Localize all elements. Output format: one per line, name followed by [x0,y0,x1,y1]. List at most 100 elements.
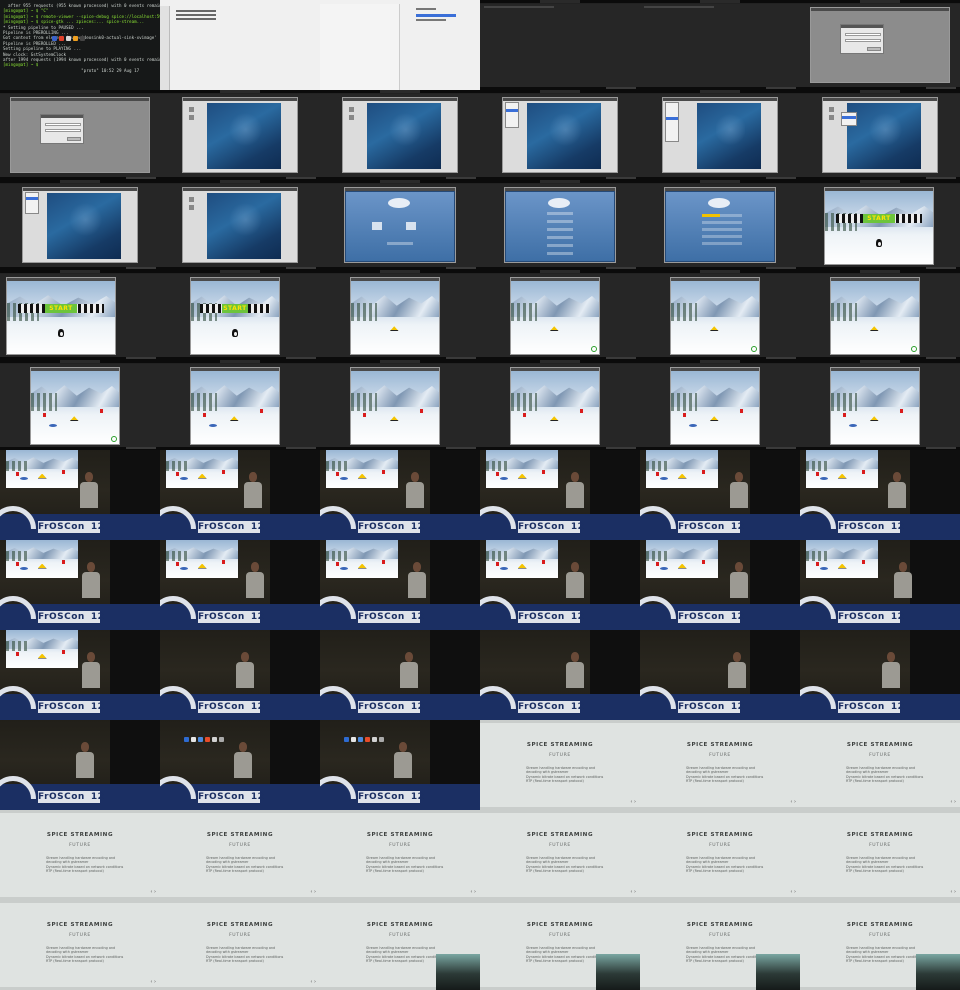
window-title [860,90,900,93]
blackboard [110,450,160,520]
slide-bullet: RTP (Real-time transport protocol) [846,869,904,874]
frame-thumbnail: FrOSCon 12 [800,540,960,630]
settings-item [416,19,446,21]
ski-scene [831,371,919,444]
window-title [700,0,740,3]
slide-subtitle: FUTURE [709,753,731,758]
frame-thumbnail [0,360,160,450]
slide-title: SPICE STREAMING [686,742,754,748]
slide-toolbar [0,810,160,813]
tree-line [511,302,538,322]
podium: FrOSCon 12 [0,506,160,540]
window-title [860,0,900,3]
presenter-body [394,752,412,778]
window-title [60,90,100,93]
settings-left-pane [320,4,400,90]
window-title [860,270,900,273]
frame-thumbnail [800,360,960,450]
podium: FrOSCon 12 [480,506,640,540]
tree-line [511,392,538,412]
slide-toolbar [0,900,160,903]
status-text [446,267,476,269]
tree-line [6,641,28,651]
fish-herring [180,567,189,571]
presentation-slide: SPICE STREAMING FUTURE Stream handling har… [640,900,800,990]
course-flag [702,469,706,474]
window-title [60,360,100,363]
frame-thumbnail: FrOSCon 12 [160,720,320,810]
ski-scene [486,450,558,488]
speed-gauge [751,346,757,352]
status-text [926,87,956,89]
fish-herring [180,477,189,481]
course-flag [702,559,706,564]
window-title [220,90,260,93]
application-menu [25,192,39,214]
fish-herring [688,423,697,427]
status-text [766,87,796,89]
blackboard [590,540,640,610]
frame-thumbnail [160,180,320,270]
projection-screen [166,540,238,578]
vm-window [344,187,456,263]
slope-arrow-sign [549,326,559,332]
status-text [926,267,956,269]
vm-window: START [190,277,280,355]
slide-subtitle: FUTURE [709,933,731,938]
slide-bullet: RTP (Real-time transport protocol) [686,779,744,784]
menu-option [547,220,573,223]
conference-number: 12 [250,612,265,622]
presenter-body [882,662,900,688]
conference-logo: FrOSCon 12 [38,701,104,713]
status-text [766,267,796,269]
slide-title: SPICE STREAMING [526,922,594,928]
frame-thumbnail [480,360,640,450]
frame-thumbnail: SPICE STREAMING FUTURE Stream handling har… [320,810,480,900]
course-flag [382,559,386,564]
status-text [926,447,956,449]
frame-thumbnail [480,270,640,360]
slide-title: SPICE STREAMING [686,832,754,838]
frame-thumbnail [320,90,480,180]
vm-window [830,277,920,355]
presenter-head [893,472,901,482]
conference-name: FrOSCon [198,612,245,622]
conference-logo: FrOSCon 12 [38,521,104,533]
projection-screen [6,540,78,578]
slide-subtitle: FUTURE [229,843,251,848]
file-entry [176,18,216,20]
course-flag [523,413,527,418]
conference-name: FrOSCon [198,792,245,802]
desktop-icon [829,107,834,112]
vm-window [502,97,618,173]
presenter [398,652,420,698]
slide-nav: ‹ › [790,889,796,895]
slide-toolbar [640,720,800,723]
vm-window [504,187,616,263]
presenter [234,652,256,698]
status-text [126,357,156,359]
conference-number: 12 [570,612,585,622]
slope-arrow-sign [709,416,719,422]
fish-herring [48,423,57,427]
conference-number: 12 [90,792,105,802]
play-button [372,222,382,230]
guest-desktop [207,103,281,169]
workspace-background [480,4,640,87]
presenter-head [251,562,259,572]
presenter [232,742,254,788]
guest-desktop [527,103,601,169]
presenter-body [82,572,100,598]
tree-line [191,392,218,412]
status-text [446,447,476,449]
window-title [540,360,580,363]
course-flag [382,469,386,474]
frame-thumbnail: FrOSCon 12 [480,540,640,630]
projection-screen [646,450,718,488]
vm-window [190,367,280,445]
dock-icon-0 [52,36,57,41]
conference-name: FrOSCon [38,522,85,532]
ski-scene [191,371,279,444]
projection-screen [806,540,878,578]
slide-toolbar [640,900,800,903]
